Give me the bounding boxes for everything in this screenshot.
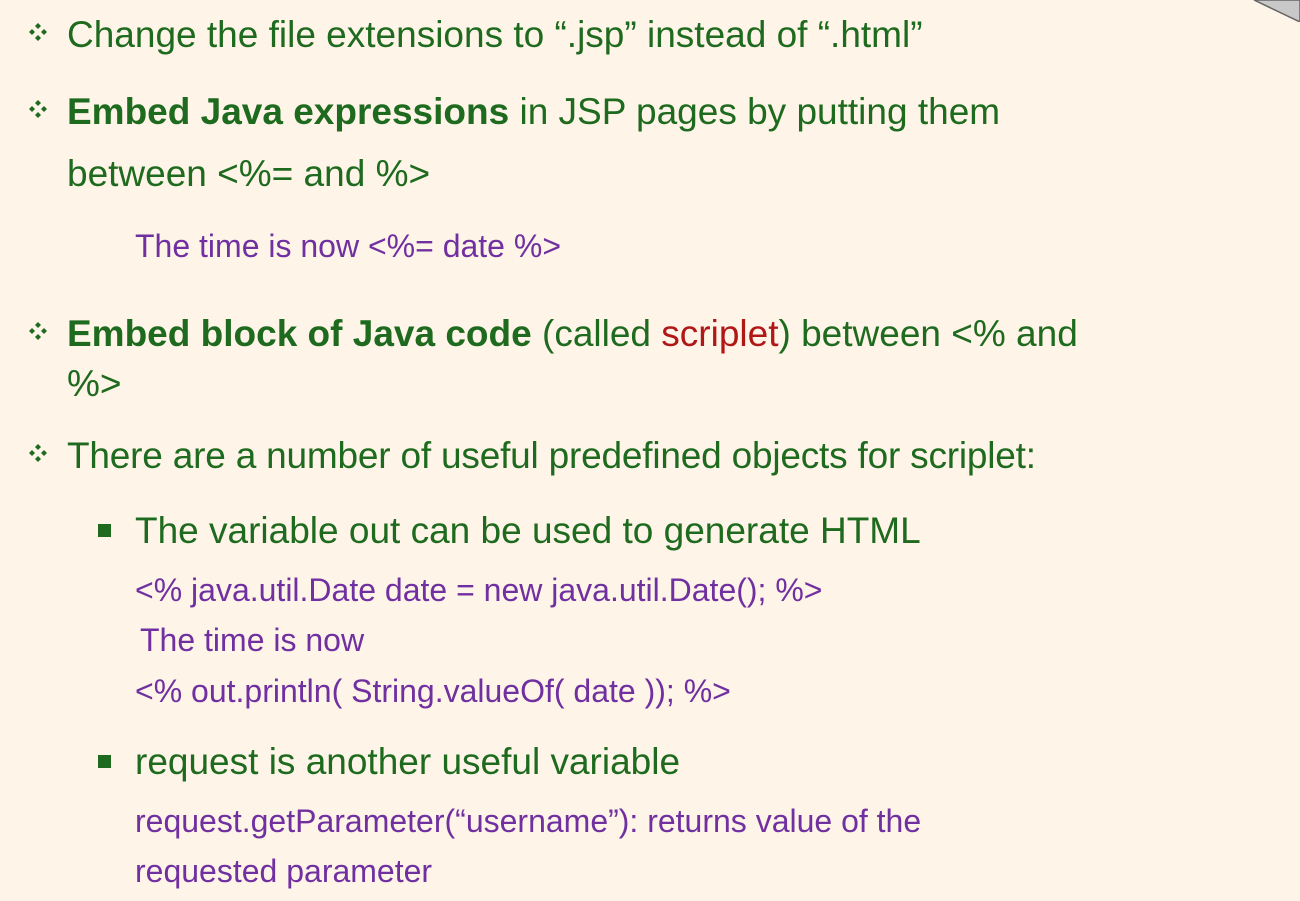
code-line-get-parameter: request.getParameter(“username”): return…: [135, 803, 922, 839]
bullet-text: in JSP pages by putting them: [509, 91, 1001, 132]
corner-shape-decoration: [1253, 0, 1300, 22]
bullet-text: ) between <% and: [778, 313, 1078, 354]
bold-phrase: Embed Java expressions: [67, 91, 510, 132]
four-diamond-icon: [29, 444, 47, 462]
bullet-item-file-extensions: Change the file extensions to “.jsp” ins…: [67, 14, 923, 55]
accent-word: scriplet: [661, 313, 779, 354]
bullet-item-embed-scriplet-continuation: %>: [67, 363, 122, 404]
bold-phrase: Embed block of Java code: [67, 313, 532, 354]
code-line-time-text: The time is now: [140, 622, 365, 658]
code-line-println: <% out.println( String.valueOf( date ));…: [135, 673, 731, 709]
code-line-requested-parameter: requested parameter: [135, 853, 433, 889]
code-example-time-expression: The time is now <%= date %>: [135, 228, 561, 264]
bullet-item-embed-expressions: Embed Java expressions in JSP pages by p…: [67, 93, 1000, 130]
code-line-date-declaration: <% java.util.Date date = new java.util.D…: [135, 572, 823, 608]
bullet-item-embed-scriplet: Embed block of Java code (called scriple…: [67, 315, 1078, 352]
bullet-item-predefined-objects: There are a number of useful predefined …: [67, 435, 1036, 476]
four-diamond-icon: [29, 100, 47, 118]
four-diamond-icon: [29, 322, 47, 340]
square-bullet-icon: [98, 755, 111, 768]
bullet-text: (called: [531, 313, 662, 354]
square-bullet-icon: [98, 524, 111, 537]
four-diamond-icon: [29, 23, 47, 41]
sub-bullet-out-variable: The variable out can be used to generate…: [135, 510, 921, 551]
bullet-item-embed-expressions-continuation: between <%= and %>: [67, 153, 431, 194]
sub-bullet-request-variable: request is another useful variable: [135, 741, 681, 782]
